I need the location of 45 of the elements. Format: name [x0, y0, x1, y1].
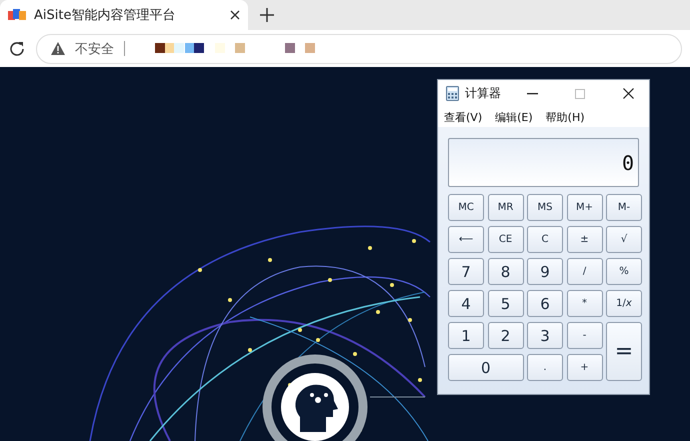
address-bar[interactable]: 不安全: [36, 34, 682, 64]
calculator-key[interactable]: 4: [448, 290, 484, 317]
browser-tab[interactable]: AiSite智能内容管理平台: [0, 0, 248, 30]
calculator-key[interactable]: 9: [527, 258, 563, 285]
calculator-key[interactable]: +: [566, 354, 602, 381]
close-icon[interactable]: [622, 88, 634, 99]
calculator-key[interactable]: 5: [488, 290, 524, 317]
calculator-key[interactable]: 2: [488, 322, 524, 349]
calculator-key[interactable]: %: [606, 258, 642, 285]
menu-item[interactable]: 帮助(H): [546, 110, 585, 124]
menu-item[interactable]: 编辑(E): [495, 110, 533, 124]
calculator-key[interactable]: 1: [448, 322, 484, 349]
calculator-key[interactable]: 0: [448, 354, 524, 381]
calculator-key[interactable]: 8: [488, 258, 524, 285]
calculator-icon: [446, 86, 459, 101]
calculator-key[interactable]: .: [527, 354, 563, 381]
new-tab-icon[interactable]: [260, 8, 274, 22]
calculator-key[interactable]: =: [606, 322, 642, 381]
calculator-key[interactable]: MC: [448, 194, 484, 221]
cubes-logo-icon: [8, 8, 26, 22]
calculator-key[interactable]: M+: [566, 194, 602, 221]
calculator-key[interactable]: ±: [566, 226, 602, 253]
calculator-key[interactable]: /: [566, 258, 602, 285]
calculator-display: 0: [448, 138, 639, 187]
calculator-key[interactable]: *: [566, 290, 602, 317]
calculator-key[interactable]: 7: [448, 258, 484, 285]
calculator-key[interactable]: √: [606, 226, 642, 253]
calculator-key[interactable]: ⟵: [448, 226, 484, 253]
calculator-key[interactable]: -: [566, 322, 602, 349]
calculator-key[interactable]: MS: [527, 194, 563, 221]
menu-item[interactable]: 查看(V): [444, 110, 482, 124]
warning-icon: [51, 42, 65, 55]
close-icon[interactable]: [230, 10, 240, 20]
calculator-key[interactable]: C: [527, 226, 563, 253]
calculator-key[interactable]: 6: [527, 290, 563, 317]
calculator-key[interactable]: MR: [488, 194, 524, 221]
minimize-icon[interactable]: [526, 92, 538, 94]
reload-icon[interactable]: [8, 40, 26, 58]
window-title: 计算器: [465, 85, 502, 102]
calculator-key[interactable]: M-: [606, 194, 642, 221]
tab-title: AiSite智能内容管理平台: [34, 7, 176, 24]
calculator-key[interactable]: 3: [527, 322, 563, 349]
security-label: 不安全: [75, 40, 114, 58]
calculator-key[interactable]: CE: [488, 226, 524, 253]
calculator-key[interactable]: 1/x: [606, 290, 642, 317]
